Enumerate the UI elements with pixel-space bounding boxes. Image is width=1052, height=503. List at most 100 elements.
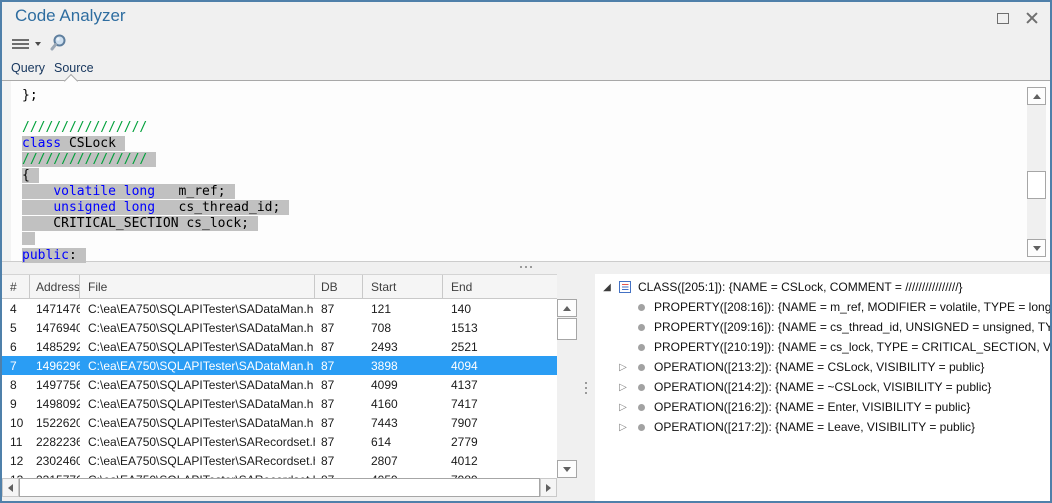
table-cell: C:\ea\EA750\SQLAPITester\SADataMan.h	[80, 321, 315, 335]
scrollbar-thumb[interactable]	[1027, 171, 1046, 199]
table-row[interactable]: 112282236C:\ea\EA750\SQLAPITester\SAReco…	[2, 432, 557, 451]
code-token: :	[69, 248, 77, 263]
table-cell: C:\ea\EA750\SQLAPITester\SADataMan.h	[80, 302, 315, 316]
table-cell: 2282236	[30, 435, 80, 449]
code-token: {	[22, 168, 30, 183]
close-icon[interactable]	[1025, 11, 1038, 24]
scrollbar-thumb[interactable]	[557, 318, 577, 340]
vertical-splitter[interactable]	[577, 274, 595, 501]
scroll-right-button[interactable]	[540, 478, 557, 497]
tree-expander-icon[interactable]	[615, 357, 631, 377]
table-cell: 6	[2, 340, 30, 354]
tree-node[interactable]: PROPERTY([209:16]): {NAME = cs_thread_id…	[595, 317, 1050, 337]
tree-node[interactable]: CLASS([205:1]): {NAME = CSLock, COMMENT …	[595, 277, 1050, 297]
column-header-end[interactable]: End	[443, 275, 557, 298]
element-bullet-icon	[631, 404, 651, 411]
table-cell: 87	[315, 378, 363, 392]
search-icon	[48, 33, 68, 53]
table-cell: 7443	[363, 416, 443, 430]
column-header-address[interactable]: Address	[30, 275, 80, 298]
horizontal-splitter[interactable]	[2, 262, 1050, 274]
element-bullet-icon	[631, 384, 651, 391]
table-cell: 2779	[443, 435, 557, 449]
code-editor[interactable]: }; ////////////////class CSLock/////////…	[2, 81, 1050, 262]
table-cell: 708	[363, 321, 443, 335]
table-cell: 12	[2, 454, 30, 468]
column-header-file[interactable]: File	[80, 275, 315, 298]
table-cell: 4094	[443, 359, 557, 373]
scrollbar-thumb[interactable]	[19, 478, 540, 497]
code-line	[22, 232, 289, 248]
arrow-down-icon	[1033, 246, 1041, 251]
table-cell: C:\ea\EA750\SQLAPITester\SADataMan.h	[80, 378, 315, 392]
table-row[interactable]: 71496296C:\ea\EA750\SQLAPITester\SADataM…	[2, 356, 557, 375]
table-row[interactable]: 61485292C:\ea\EA750\SQLAPITester\SADataM…	[2, 337, 557, 356]
column-header-db[interactable]: DB	[315, 275, 363, 298]
table-cell: 87	[315, 454, 363, 468]
table-row[interactable]: 51476940C:\ea\EA750\SQLAPITester\SADataM…	[2, 318, 557, 337]
maximize-icon[interactable]	[996, 11, 1009, 24]
tree-node[interactable]: OPERATION([213:2]): {NAME = CSLock, VISI…	[595, 357, 1050, 377]
scroll-left-button[interactable]	[2, 478, 19, 497]
editor-gutter	[2, 81, 11, 261]
table-cell: C:\ea\EA750\SQLAPITester\SARecordset.h	[80, 435, 315, 449]
tree-node[interactable]: OPERATION([214:2]): {NAME = ~CSLock, VIS…	[595, 377, 1050, 397]
column-header-index[interactable]: #	[2, 275, 30, 298]
table-cell: C:\ea\EA750\SQLAPITester\SADataMan.h	[80, 359, 315, 373]
code-token	[116, 200, 124, 215]
tree-expander-icon[interactable]	[615, 417, 631, 437]
arrow-up-icon	[1033, 94, 1041, 99]
tab-source[interactable]: Source	[54, 61, 94, 75]
tree-node[interactable]: PROPERTY([208:16]): {NAME = m_ref, MODIF…	[595, 297, 1050, 317]
code-token	[22, 184, 53, 199]
column-header-start[interactable]: Start	[363, 275, 443, 298]
table-row[interactable]: 101522620C:\ea\EA750\SQLAPITester\SAData…	[2, 413, 557, 432]
tree-node-label: OPERATION([216:2]): {NAME = Enter, VISIB…	[654, 400, 970, 414]
arrow-right-icon	[546, 484, 551, 492]
table-row[interactable]: 81497756C:\ea\EA750\SQLAPITester\SADataM…	[2, 375, 557, 394]
table-cell: C:\ea\EA750\SQLAPITester\SADataMan.h	[80, 340, 315, 354]
code-token: ////////////////	[22, 120, 147, 135]
table-cell: 5	[2, 321, 30, 335]
code-line	[22, 104, 289, 120]
code-content: }; ////////////////class CSLock/////////…	[22, 88, 289, 264]
table-cell: 1513	[443, 321, 557, 335]
scroll-down-button[interactable]	[1027, 239, 1046, 257]
table-cell: 1522620	[30, 416, 80, 430]
tree-node[interactable]: PROPERTY([210:19]): {NAME = cs_lock, TYP…	[595, 337, 1050, 357]
scroll-down-button[interactable]	[557, 460, 577, 478]
table-cell: C:\ea\EA750\SQLAPITester\SADataMan.h	[80, 397, 315, 411]
table-cell: 8	[2, 378, 30, 392]
tree-expander-icon[interactable]	[599, 277, 615, 297]
table-cell: 1471476	[30, 302, 80, 316]
table-cell: 10	[2, 416, 30, 430]
table-cell: 87	[315, 435, 363, 449]
code-token: cs_thread_id;	[155, 200, 280, 215]
table-cell: C:\ea\EA750\SQLAPITester\SARecordset.h	[80, 454, 315, 468]
tree-expander-icon[interactable]	[615, 397, 631, 417]
code-token: CSLock	[61, 136, 116, 151]
code-token	[116, 184, 124, 199]
search-button[interactable]	[48, 33, 68, 53]
tab-query[interactable]: Query	[11, 61, 45, 75]
table-vertical-scrollbar[interactable]	[557, 299, 577, 478]
tree-expander-icon[interactable]	[615, 377, 631, 397]
arrow-left-icon	[8, 484, 13, 492]
table-row[interactable]: 122302460C:\ea\EA750\SQLAPITester\SAReco…	[2, 451, 557, 470]
scroll-up-button[interactable]	[1027, 87, 1046, 105]
tree-node[interactable]: OPERATION([217:2]): {NAME = Leave, VISIB…	[595, 417, 1050, 437]
editor-vertical-scrollbar[interactable]	[1027, 87, 1046, 257]
table-cell: 11	[2, 435, 30, 449]
table-row[interactable]: 41471476C:\ea\EA750\SQLAPITester\SADataM…	[2, 299, 557, 318]
table-row[interactable]: 132315776C:\ea\EA750\SQLAPITester\SAReco…	[2, 470, 557, 478]
tree-node-label: OPERATION([213:2]): {NAME = CSLock, VISI…	[654, 360, 984, 374]
table-row[interactable]: 91498092C:\ea\EA750\SQLAPITester\SADataM…	[2, 394, 557, 413]
tree-node[interactable]: OPERATION([216:2]): {NAME = Enter, VISIB…	[595, 397, 1050, 417]
menu-button[interactable]	[12, 35, 44, 52]
scroll-up-button[interactable]	[557, 299, 577, 317]
table-cell: C:\ea\EA750\SQLAPITester\SADataMan.h	[80, 416, 315, 430]
table-cell: 1485292	[30, 340, 80, 354]
table-horizontal-scrollbar[interactable]	[2, 478, 557, 497]
table-cell: 4012	[443, 454, 557, 468]
code-line: ////////////////	[22, 120, 289, 136]
